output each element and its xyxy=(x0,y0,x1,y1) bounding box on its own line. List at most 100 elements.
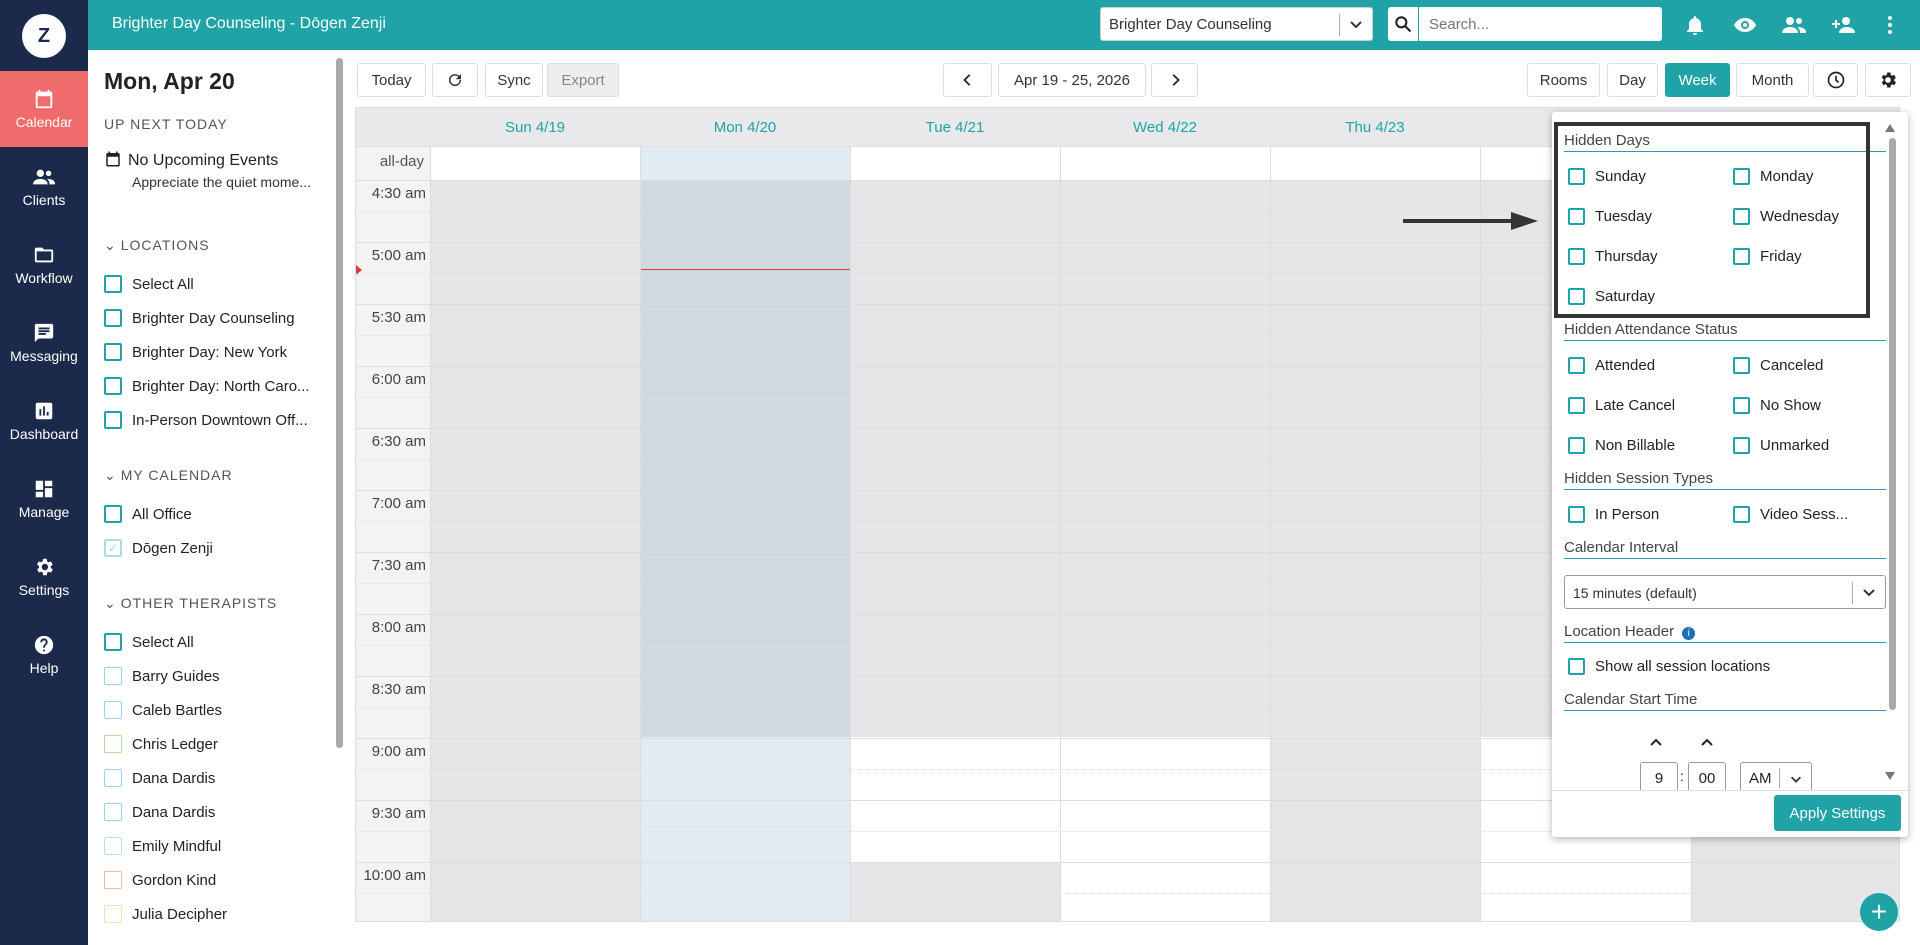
hide-canceled[interactable]: Canceled xyxy=(1733,357,1823,374)
checkbox[interactable] xyxy=(104,735,122,753)
show-all-session-locations[interactable]: Show all session locations xyxy=(1568,658,1770,675)
hide-non-billable[interactable]: Non Billable xyxy=(1568,437,1675,454)
checkbox[interactable] xyxy=(104,343,122,361)
other-therapists-header[interactable]: ⌄ OTHER THERAPISTS xyxy=(104,595,277,612)
groups-button[interactable] xyxy=(1782,13,1806,37)
checkbox[interactable] xyxy=(1568,397,1585,414)
checkbox[interactable] xyxy=(104,411,122,429)
date-range[interactable]: Apr 19 - 25, 2026 xyxy=(998,63,1146,97)
app-logo[interactable]: Z xyxy=(22,14,66,58)
nav-manage[interactable]: Manage xyxy=(0,461,88,537)
checkbox[interactable] xyxy=(1733,437,1750,454)
checkbox[interactable] xyxy=(1733,506,1750,523)
checkbox[interactable] xyxy=(1733,397,1750,414)
hour-increment-icon[interactable] xyxy=(1649,737,1663,747)
hide-late-cancel[interactable]: Late Cancel xyxy=(1568,397,1675,414)
day-header-tue[interactable]: Tue 4/21 xyxy=(850,108,1060,146)
previous-week-button[interactable] xyxy=(943,63,992,97)
locations-header[interactable]: ⌄ LOCATIONS xyxy=(104,237,210,254)
checkbox[interactable] xyxy=(104,505,122,523)
calendar-interval-select[interactable]: 15 minutes (default) xyxy=(1564,575,1886,609)
scroll-down-icon[interactable] xyxy=(1885,772,1895,780)
today-button[interactable]: Today xyxy=(357,63,426,97)
hide-attended[interactable]: Attended xyxy=(1568,357,1655,374)
therapist-item[interactable]: Dana Dardis xyxy=(104,803,215,821)
nav-dashboard[interactable]: Dashboard xyxy=(0,383,88,459)
settings-scrollbar[interactable] xyxy=(1889,138,1896,710)
location-select[interactable]: Brighter Day Counseling xyxy=(1100,7,1373,41)
checkbox[interactable] xyxy=(104,309,122,327)
add-client-button[interactable] xyxy=(1832,13,1856,37)
therapist-select-all[interactable]: Select All xyxy=(104,633,194,651)
calendar-all-office[interactable]: All Office xyxy=(104,505,192,523)
therapist-item[interactable]: Emily Mindful xyxy=(104,837,221,855)
day-header-thu[interactable]: Thu 4/23 xyxy=(1270,108,1480,146)
checkbox[interactable] xyxy=(1568,357,1585,374)
day-view-button[interactable]: Day xyxy=(1607,63,1658,97)
location-item[interactable]: In-Person Downtown Off... xyxy=(104,411,308,429)
nav-messaging[interactable]: Messaging xyxy=(0,305,88,381)
start-hour-input[interactable]: 9 xyxy=(1640,762,1678,790)
refresh-button[interactable] xyxy=(432,63,478,97)
checkbox[interactable] xyxy=(104,275,122,293)
all-day-cell[interactable] xyxy=(640,146,850,180)
checkbox[interactable] xyxy=(1568,437,1585,454)
today-column[interactable] xyxy=(640,737,850,921)
start-minute-input[interactable]: 00 xyxy=(1688,762,1726,790)
location-select-all[interactable]: Select All xyxy=(104,275,194,293)
checkbox[interactable] xyxy=(1568,658,1585,675)
checkbox[interactable] xyxy=(104,377,122,395)
checkbox[interactable] xyxy=(104,905,122,923)
nav-workflow[interactable]: Workflow xyxy=(0,227,88,303)
therapist-item[interactable]: Julia Decipher xyxy=(104,905,227,923)
checkbox[interactable] xyxy=(104,769,122,787)
therapist-item[interactable]: Caleb Bartles xyxy=(104,701,222,719)
view-button[interactable] xyxy=(1733,13,1757,37)
nav-clients[interactable]: Clients xyxy=(0,149,88,225)
therapist-item[interactable]: Dana Dardis xyxy=(104,769,215,787)
all-day-cell[interactable] xyxy=(430,146,640,180)
calendar-self[interactable]: ✓ Dōgen Zenji xyxy=(104,539,213,557)
minute-increment-icon[interactable] xyxy=(1700,737,1714,747)
checkbox[interactable] xyxy=(104,633,122,651)
checkbox[interactable] xyxy=(1733,357,1750,374)
sidebar-scrollbar[interactable] xyxy=(336,58,343,748)
search-input[interactable] xyxy=(1419,7,1662,41)
hide-unmarked[interactable]: Unmarked xyxy=(1733,437,1829,454)
hide-video-session[interactable]: Video Sess... xyxy=(1733,506,1848,523)
location-item[interactable]: Brighter Day Counseling xyxy=(104,309,295,327)
rooms-view-button[interactable]: Rooms xyxy=(1527,63,1600,97)
time-button[interactable] xyxy=(1813,63,1858,97)
day-header-wed[interactable]: Wed 4/22 xyxy=(1060,108,1270,146)
export-button[interactable]: Export xyxy=(547,63,619,97)
more-menu-button[interactable] xyxy=(1878,13,1902,37)
info-icon[interactable]: i xyxy=(1682,627,1696,640)
add-event-button[interactable]: + xyxy=(1860,893,1898,931)
apply-settings-button[interactable]: Apply Settings xyxy=(1774,795,1901,831)
therapist-item[interactable]: Chris Ledger xyxy=(104,735,218,753)
nav-settings[interactable]: Settings xyxy=(0,539,88,615)
month-view-button[interactable]: Month xyxy=(1736,63,1809,97)
checkbox[interactable] xyxy=(104,667,122,685)
location-item[interactable]: Brighter Day: New York xyxy=(104,343,287,361)
search-button[interactable] xyxy=(1388,7,1418,41)
checkbox[interactable] xyxy=(104,871,122,889)
my-calendar-header[interactable]: ⌄ MY CALENDAR xyxy=(104,467,233,484)
therapist-item[interactable]: Gordon Kind xyxy=(104,871,216,889)
checkbox[interactable] xyxy=(104,837,122,855)
nav-help[interactable]: Help xyxy=(0,617,88,693)
nav-calendar[interactable]: Calendar xyxy=(0,71,88,147)
hide-no-show[interactable]: No Show xyxy=(1733,397,1821,414)
scroll-up-icon[interactable] xyxy=(1885,124,1895,132)
week-view-button[interactable]: Week xyxy=(1665,63,1730,97)
location-item[interactable]: Brighter Day: North Caro... xyxy=(104,377,310,395)
therapist-item[interactable]: Barry Guides xyxy=(104,667,220,685)
sync-button[interactable]: Sync xyxy=(485,63,543,97)
day-header-mon[interactable]: Mon 4/20 xyxy=(640,108,850,146)
hide-in-person[interactable]: In Person xyxy=(1568,506,1659,523)
checkbox[interactable] xyxy=(104,803,122,821)
calendar-settings-button[interactable] xyxy=(1865,63,1911,97)
checkbox[interactable] xyxy=(1568,506,1585,523)
checkbox[interactable] xyxy=(104,701,122,719)
next-week-button[interactable] xyxy=(1151,63,1198,97)
